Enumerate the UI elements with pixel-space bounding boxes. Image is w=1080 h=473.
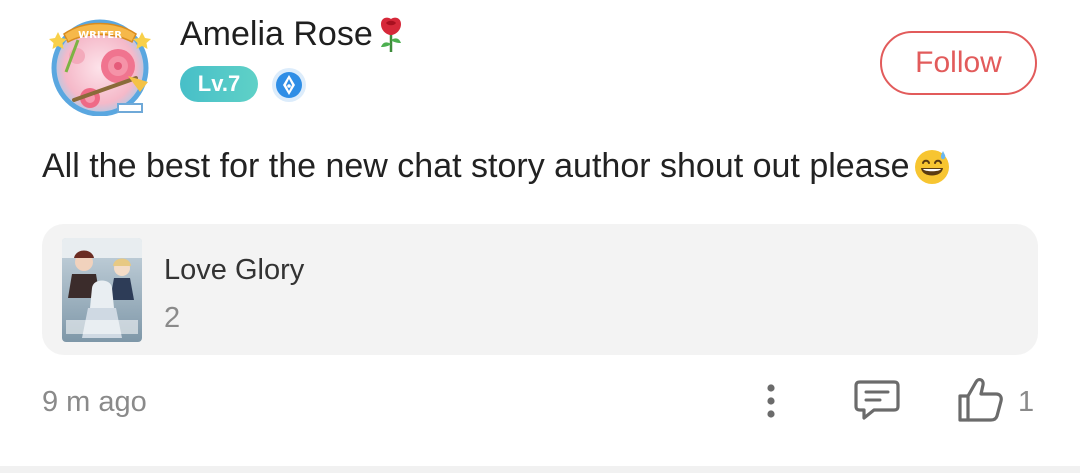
more-vertical-icon[interactable] [758, 380, 784, 422]
rose-icon [380, 17, 401, 52]
avatar-writer-text: WRITER [78, 30, 122, 41]
bottom-divider [0, 466, 1080, 473]
author-name-row[interactable]: Amelia Rose [180, 14, 405, 54]
story-card[interactable]: Love Glory 2 [42, 224, 1038, 355]
post-text: All the best for the new chat story auth… [42, 146, 910, 185]
post-card: WRITER Amelia Rose Lv.7 Follow All the b… [0, 0, 1080, 473]
comment-icon[interactable] [852, 376, 902, 424]
author-avatar[interactable]: WRITER [44, 12, 156, 117]
follow-button[interactable]: Follow [880, 31, 1037, 95]
pen-nib-badge-icon [270, 66, 308, 104]
post-timestamp: 9 m ago [42, 386, 147, 418]
story-title[interactable]: Love Glory [164, 254, 304, 287]
grinning-sweat-emoji-icon [914, 150, 949, 184]
author-name[interactable]: Amelia Rose [180, 15, 373, 54]
post-body: All the best for the new chat story auth… [42, 146, 952, 186]
level-badge: Lv.7 [180, 66, 258, 102]
thumbs-up-icon[interactable] [954, 374, 1006, 424]
story-cover-image[interactable] [62, 238, 142, 342]
story-count: 2 [164, 302, 181, 334]
like-count: 1 [1018, 386, 1035, 418]
